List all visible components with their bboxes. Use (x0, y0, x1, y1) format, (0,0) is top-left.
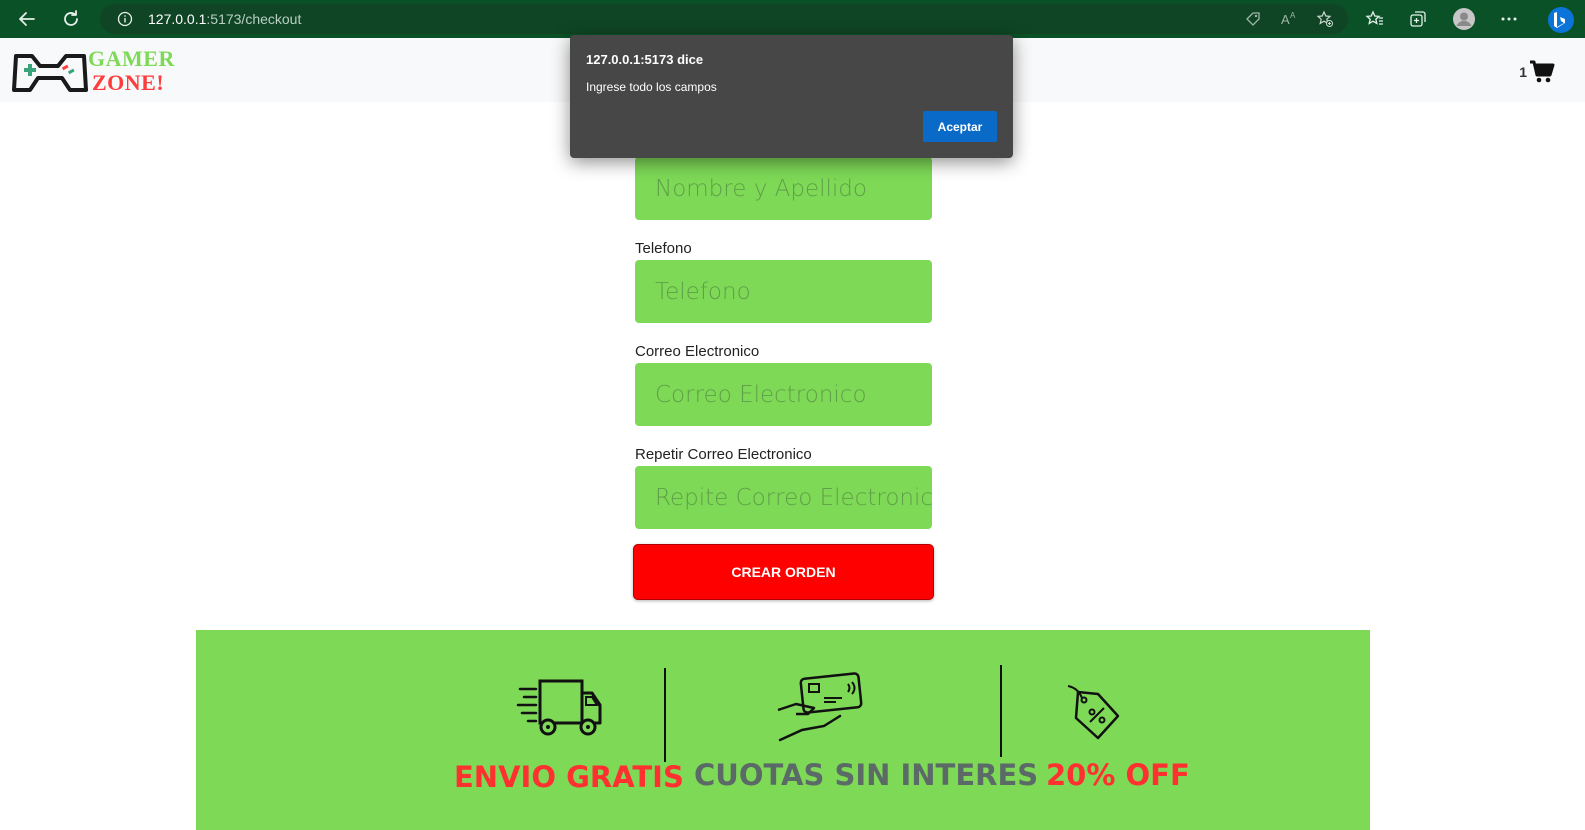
favorite-add-icon[interactable] (1312, 6, 1338, 32)
phone-input[interactable] (635, 260, 932, 323)
alert-message: Ingrese todo los campos (586, 80, 717, 94)
phone-label: Telefono (635, 240, 692, 257)
read-aloud-icon[interactable]: AA (1276, 6, 1302, 32)
benefits-banner: ENVIO GRATIS CUOTAS SIN INTERES 20% OFF (196, 630, 1370, 830)
url-host: 127.0.0.1 (148, 11, 207, 27)
benefit-discount: 20% OFF (1046, 758, 1190, 792)
svg-text:A: A (1281, 12, 1290, 27)
repeat-email-input[interactable] (635, 466, 932, 529)
more-icon[interactable] (1496, 6, 1522, 32)
benefit-divider (664, 668, 666, 762)
url-text[interactable]: 127.0.0.1:5173/checkout (148, 11, 301, 27)
cart-widget[interactable]: 1 (1519, 60, 1555, 84)
benefit-divider (1000, 665, 1002, 757)
tag-icon[interactable] (1240, 6, 1266, 32)
logo-line2: ZONE! (92, 70, 165, 95)
card-payment-icon (777, 672, 863, 742)
bing-icon[interactable] (1544, 5, 1576, 35)
email-input[interactable] (635, 363, 932, 426)
cart-icon[interactable] (1529, 60, 1555, 84)
email-label: Correo Electronico (635, 343, 760, 360)
logo-line1: GAMER (88, 46, 175, 71)
alert-title: 127.0.0.1:5173 dice (586, 52, 704, 67)
refresh-icon[interactable] (58, 6, 84, 32)
benefit-free-shipping: ENVIO GRATIS (454, 760, 684, 794)
browser-toolbar: 127.0.0.1:5173/checkout AA (0, 0, 1585, 38)
benefit-installments: CUOTAS SIN INTERES (694, 758, 1039, 792)
alert-accept-button[interactable]: Aceptar (923, 111, 997, 142)
discount-tag-icon (1067, 685, 1120, 740)
svg-text:A: A (1290, 11, 1296, 20)
alert-dialog: 127.0.0.1:5173 dice Ingrese todo los cam… (570, 35, 1013, 158)
address-bar[interactable]: 127.0.0.1:5173/checkout AA (100, 4, 1348, 34)
gamepad-icon (12, 54, 88, 92)
collections-icon[interactable] (1405, 6, 1431, 32)
favorites-icon[interactable] (1362, 6, 1388, 32)
cart-count: 1 (1519, 64, 1527, 80)
name-input[interactable] (635, 157, 932, 220)
site-logo[interactable]: GAMER ZONE! (12, 46, 182, 96)
back-icon[interactable] (14, 6, 40, 32)
create-order-button[interactable]: CREAR ORDEN (633, 544, 934, 600)
url-path: :5173/checkout (206, 11, 302, 27)
repeat-email-label: Repetir Correo Electronico (635, 446, 812, 463)
profile-icon[interactable] (1451, 6, 1477, 32)
truck-icon (516, 679, 602, 736)
info-icon[interactable] (112, 6, 138, 32)
